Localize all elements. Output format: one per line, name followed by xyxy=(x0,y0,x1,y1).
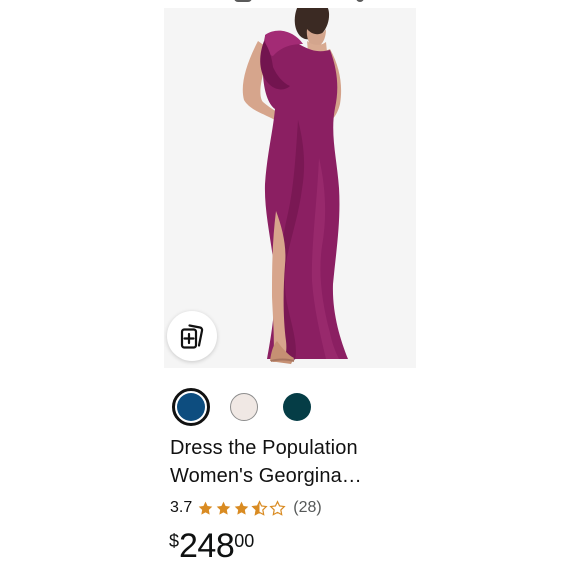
color-swatches xyxy=(172,388,336,426)
price-whole: 248 xyxy=(179,527,235,565)
color-swatch-teal[interactable] xyxy=(283,393,311,421)
rating-row[interactable]: 3.7 (28) xyxy=(170,497,322,519)
review-count: (28) xyxy=(293,499,322,516)
top-fragment xyxy=(230,0,380,2)
price-fraction: 00 xyxy=(234,531,255,551)
color-swatch-blush[interactable] xyxy=(230,393,258,421)
rating-value: 3.7 xyxy=(170,499,193,516)
star-full-icon xyxy=(234,501,249,515)
star-half-icon xyxy=(251,499,268,516)
star-full-icon xyxy=(216,501,231,515)
product-title-line-2: Women's Georgina… xyxy=(170,465,362,487)
star-empty-icon xyxy=(269,499,286,516)
price-symbol: $ xyxy=(169,531,180,551)
compare-button[interactable] xyxy=(167,311,217,361)
product-price: $24800 xyxy=(169,529,254,563)
rating-stars xyxy=(197,498,287,518)
color-swatch-navy[interactable] xyxy=(172,388,210,426)
cards-compare-icon xyxy=(180,324,204,349)
product-card: Dress the Population Women's Georgina… 3… xyxy=(0,0,580,580)
product-title-line-1: Dress the Population xyxy=(170,437,358,459)
product-title[interactable]: Dress the Population Women's Georgina… xyxy=(170,434,420,490)
star-full-icon xyxy=(198,501,213,515)
